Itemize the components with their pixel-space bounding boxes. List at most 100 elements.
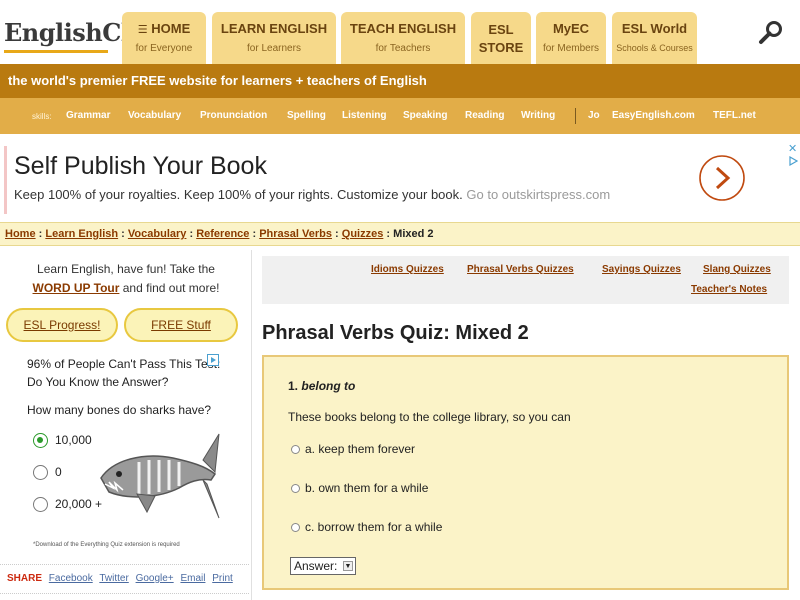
question-prompt: These books belong to the college librar… [288,410,571,424]
nav-tab-title: LEARN ENGLISH [220,21,328,36]
tagline-bar: the world's premier FREE website for lea… [0,64,800,98]
radio-unselected[interactable] [291,445,300,454]
top-header: EnglishClub ☰ HOME for Everyone LEARN EN… [0,0,800,64]
skills-link-grammar[interactable]: Grammar [66,110,110,121]
shark-skeleton-image [100,433,220,519]
option-label: 0 [55,465,62,479]
quiz-ad-option[interactable]: 10,000 [33,433,92,449]
nav-tab-title: ESL [488,22,514,37]
ad-accent-bar [4,146,7,214]
search-icon[interactable] [756,18,786,48]
answer-option-c[interactable]: c. borrow them for a while [291,520,442,534]
free-stuff-button[interactable]: FREE Stuff [124,308,238,342]
ad-title[interactable]: Self Publish Your Book [14,152,267,181]
radio-unselected[interactable] [291,523,300,532]
skills-label: skills: [32,112,52,121]
breadcrumb-phrasal-verbs[interactable]: Phrasal Verbs [259,228,332,240]
skills-link-pronunciation[interactable]: Pronunciation [200,110,267,121]
radio-selected[interactable] [33,433,48,449]
ad-arrow-button[interactable] [698,154,746,202]
nav-tab-title: HOME [151,21,191,36]
option-label: a. keep them forever [305,442,416,456]
skills-link-reading[interactable]: Reading [465,110,504,121]
breadcrumb-quizzes[interactable]: Quizzes [342,228,384,240]
answer-option-b[interactable]: b. own them for a while [291,481,428,495]
breadcrumb-vocabulary[interactable]: Vocabulary [128,228,187,240]
skills-link-listening[interactable]: Listening [342,110,386,121]
answer-select-label: Answer: [294,559,338,573]
breadcrumb: Home : Learn English : Vocabulary : Refe… [0,222,800,246]
nav-tab-title: ESL World [621,21,688,36]
quiz-ad-footnote: *Download of the Everything Quiz extensi… [33,542,180,548]
breadcrumb-separator: : [189,228,194,240]
breadcrumb-learn-english[interactable]: Learn English [45,228,118,240]
breadcrumb-separator: : [386,228,391,240]
share-print-link[interactable]: Print [212,573,233,584]
logo-underline [4,50,108,53]
ad-close-icon[interactable]: ✕ [788,142,797,155]
quiz-ad-title[interactable]: 96% of People Can't Pass This Test: Do Y… [27,355,227,391]
promo-line: Learn English, have fun! Take the [37,262,215,276]
ad-banner[interactable]: Self Publish Your Book Keep 100% of your… [0,140,800,218]
share-facebook-link[interactable]: Facebook [49,573,93,584]
skills-link-vocabulary[interactable]: Vocabulary [128,110,181,121]
nav-tab-title-line2: STORE [478,40,524,55]
skills-link-tefl[interactable]: TEFL.net [713,110,756,121]
share-bar: SHARE Facebook Twitter Google+ Email Pri… [0,564,249,594]
phrasal-verbs-quizzes-link[interactable]: Phrasal Verbs Quizzes [467,264,574,275]
skills-link-writing[interactable]: Writing [521,110,555,121]
breadcrumb-separator: : [38,228,43,240]
ad-description: Keep 100% of your royalties. Keep 100% o… [14,187,463,202]
option-label: 10,000 [55,433,92,447]
esl-progress-button[interactable]: ESL Progress! [6,308,118,342]
question-title: 1. belong to [288,379,355,393]
share-email-link[interactable]: Email [180,573,205,584]
nav-tab-subtitle: for Teachers [375,43,431,54]
skills-link-easyenglish[interactable]: EasyEnglish.com [612,110,695,121]
idioms-quizzes-link[interactable]: Idioms Quizzes [371,264,444,275]
answer-option-a[interactable]: a. keep them forever [291,442,415,456]
skills-link-spelling[interactable]: Spelling [287,110,326,121]
breadcrumb-current: Mixed 2 [393,228,434,240]
ad-domain[interactable]: Go to outskirtspress.com [466,187,610,202]
nav-tab-title: MyEC [552,21,590,36]
skills-divider [575,108,576,124]
breadcrumb-home[interactable]: Home [5,228,36,240]
word-up-tour-link[interactable]: WORD UP Tour [33,281,120,295]
home-icon: ☰ [137,24,148,36]
radio-unselected[interactable] [33,497,48,513]
adchoices-icon[interactable] [207,354,219,366]
ad-info-icon[interactable] [788,156,798,166]
left-sidebar: Learn English, have fun! Take the WORD U… [0,250,250,600]
quiz-question-box: 1. belong to These books belong to the c… [262,355,789,590]
option-label: b. own them for a while [305,481,429,495]
promo-text: Learn English, have fun! Take the WORD U… [12,260,240,298]
answer-select[interactable]: Answer: ▼ [290,557,356,575]
share-twitter-link[interactable]: Twitter [99,573,128,584]
nav-tab-esl-world[interactable]: ESL World Schools & Courses [612,12,697,64]
skills-link-speaking[interactable]: Speaking [403,110,447,121]
teachers-notes-link[interactable]: Teacher's Notes [691,284,767,295]
breadcrumb-reference[interactable]: Reference [196,228,249,240]
breadcrumb-separator: : [121,228,125,240]
nav-tab-home[interactable]: ☰ HOME for Everyone [122,12,206,64]
radio-unselected[interactable] [33,465,48,481]
skills-bar: skills: Grammar Vocabulary Pronunciation… [0,98,800,134]
nav-tab-esl-store[interactable]: ESL STORE [471,12,531,64]
share-googleplus-link[interactable]: Google+ [136,573,174,584]
question-phrase: belong to [301,379,356,393]
skills-link-jo[interactable]: Jo [588,110,600,121]
radio-unselected[interactable] [291,484,300,493]
nav-tab-title: TEACH ENGLISH [349,21,457,36]
quiz-category-links: Idioms Quizzes Phrasal Verbs Quizzes Say… [262,256,789,304]
nav-tab-teach-english[interactable]: TEACH ENGLISH for Teachers [341,12,465,64]
nav-tab-subtitle: for Everyone [135,43,193,54]
quiz-ad-option[interactable]: 20,000 + [33,497,102,513]
chevron-down-icon[interactable]: ▼ [343,561,353,571]
sayings-quizzes-link[interactable]: Sayings Quizzes [602,264,681,275]
slang-quizzes-link[interactable]: Slang Quizzes [703,264,771,275]
nav-tab-myec[interactable]: MyEC for Members [536,12,606,64]
question-number: 1. [288,379,299,393]
nav-tab-learn-english[interactable]: LEARN ENGLISH for Learners [212,12,336,64]
quiz-ad-option[interactable]: 0 [33,465,62,481]
